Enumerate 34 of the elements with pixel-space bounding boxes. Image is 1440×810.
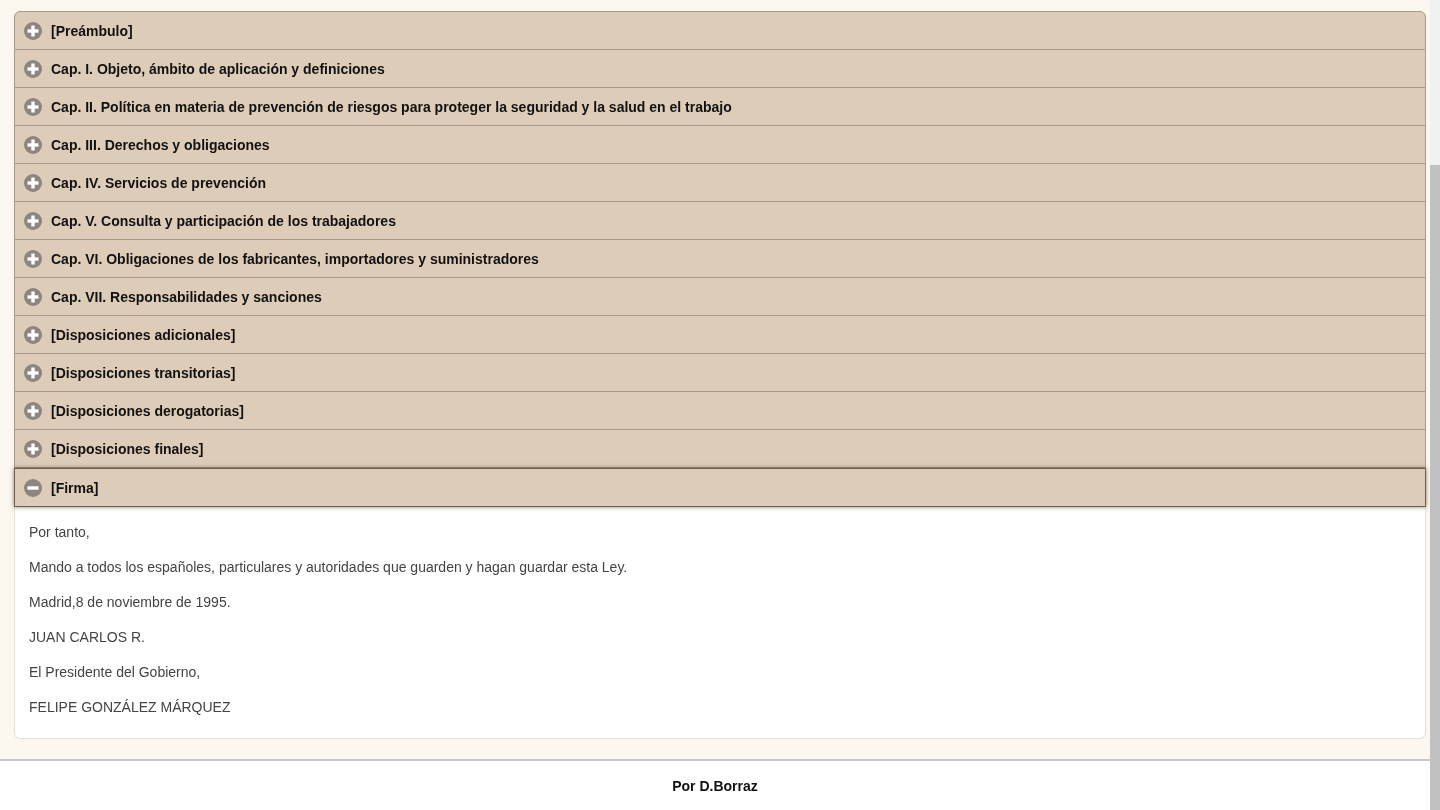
accordion-header[interactable]: [Firma] [14, 468, 1426, 507]
accordion-header[interactable]: Cap. II. Política en materia de prevención de riesgos para proteger la seguridad y la salud en el trabajo [14, 88, 1426, 126]
plus-circle-icon [24, 439, 42, 458]
accordion-header[interactable]: Cap. I. Objeto, ámbito de aplicación y definiciones [14, 50, 1426, 88]
plus-circle-icon [24, 401, 42, 420]
paragraph: JUAN CARLOS R. [29, 629, 146, 645]
plus-circle-icon [24, 211, 42, 230]
accordion-header[interactable]: [Disposiciones derogatorias] [14, 392, 1426, 430]
plus-circle-icon [24, 173, 42, 192]
accordion-header[interactable]: Cap. VI. Obligaciones de los fabricantes, importadores y suministradores [14, 240, 1426, 278]
plus-circle-icon [24, 363, 42, 382]
plus-circle-icon [24, 249, 42, 268]
plus-circle-icon [24, 59, 42, 78]
accordion-header[interactable]: Cap. IV. Servicios de prevención [14, 164, 1426, 202]
accordion-header[interactable]: [Disposiciones transitorias] [14, 354, 1426, 392]
paragraph: Por tanto, [29, 524, 91, 540]
paragraph: El Presidente del Gobierno, [29, 664, 202, 680]
minus-circle-icon [24, 478, 42, 497]
paragraph: Madrid,8 de noviembre de 1995. [29, 594, 232, 610]
plus-circle-icon [24, 325, 42, 344]
accordion-header[interactable]: Cap. V. Consulta y participación de los trabajadores [14, 202, 1426, 240]
paragraph: FELIPE GONZÁLEZ MÁRQUEZ [29, 699, 232, 715]
accordion-header[interactable]: [Disposiciones adicionales] [14, 316, 1426, 354]
accordion-header[interactable]: [Disposiciones finales] [14, 430, 1426, 468]
plus-circle-icon [24, 287, 42, 306]
paragraph: Mando a todos los españoles, particulares y autoridades que guarden y hagan guardar esta Ley. [29, 559, 629, 575]
accordion-header[interactable]: Cap. VII. Responsabilidades y sanciones [14, 278, 1426, 316]
accordion-header[interactable]: Cap. III. Derechos y obligaciones [14, 126, 1426, 164]
plus-circle-icon [24, 97, 42, 116]
plus-circle-icon [24, 21, 42, 40]
plus-circle-icon [24, 135, 42, 154]
scrollbar[interactable] [1430, 0, 1440, 810]
accordion-header[interactable]: [Preámbulo] [14, 11, 1426, 50]
footer-credit: Por D.Borraz [672, 777, 758, 794]
